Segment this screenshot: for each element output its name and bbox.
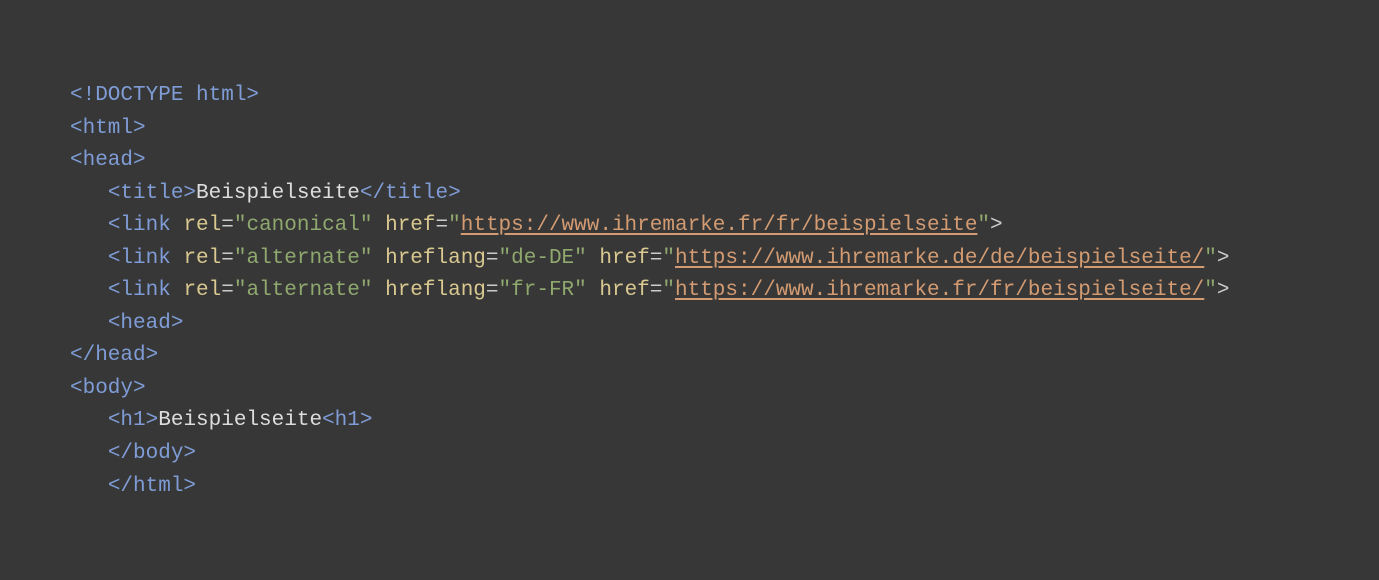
eq3: =: [221, 247, 234, 270]
head-inner-tag: <head>: [108, 312, 184, 335]
html-close-tag: </html>: [108, 475, 196, 498]
head-close-tag: </head>: [70, 344, 158, 367]
link2-open: <link: [108, 247, 171, 270]
title-text: Beispielseite: [196, 182, 360, 205]
q4: ": [1204, 247, 1217, 270]
link1-open: <link: [108, 214, 171, 237]
hreflang-attr-2: hreflang: [385, 279, 486, 302]
q5: ": [662, 279, 675, 302]
link1-url: https://www.ihremarke.fr/fr/beispielseit…: [461, 214, 978, 237]
alternate-val-1: "alternate": [234, 247, 373, 270]
doctype-tag: <!DOCTYPE html>: [70, 84, 259, 107]
q2: ": [977, 214, 990, 237]
alternate-val-2: "alternate": [234, 279, 373, 302]
head-open-tag: <head>: [70, 149, 146, 172]
gt1: >: [990, 214, 1003, 237]
h1-open-tag: <h1>: [108, 409, 158, 432]
gt3: >: [1217, 279, 1230, 302]
rel-attr: rel: [183, 214, 221, 237]
link2-url: https://www.ihremarke.de/de/beispielseit…: [675, 247, 1204, 270]
code-block: <!DOCTYPE html> <html> <head> <title>Bei…: [0, 0, 1379, 543]
h1-close-tag: <h1>: [322, 409, 372, 432]
rel-attr-3: rel: [183, 279, 221, 302]
href-attr-1: href: [385, 214, 435, 237]
hreflang-attr-1: hreflang: [385, 247, 486, 270]
link3-url: https://www.ihremarke.fr/fr/beispielseit…: [675, 279, 1204, 302]
eq4: =: [486, 247, 499, 270]
eq2: =: [436, 214, 449, 237]
href-attr-3: href: [599, 279, 649, 302]
hreflang-fr: "fr-FR": [499, 279, 587, 302]
canonical-val: "canonical": [234, 214, 373, 237]
hreflang-de: "de-DE": [499, 247, 587, 270]
link3-open: <link: [108, 279, 171, 302]
q1: ": [448, 214, 461, 237]
html-open-tag: <html>: [70, 117, 146, 140]
gt2: >: [1217, 247, 1230, 270]
body-close-tag: </body>: [108, 442, 196, 465]
eq7: =: [486, 279, 499, 302]
q6: ": [1204, 279, 1217, 302]
eq1: =: [221, 214, 234, 237]
body-open-tag: <body>: [70, 377, 146, 400]
eq8: =: [650, 279, 663, 302]
rel-attr-2: rel: [183, 247, 221, 270]
href-attr-2: href: [599, 247, 649, 270]
q3: ": [662, 247, 675, 270]
h1-text: Beispielseite: [158, 409, 322, 432]
title-close-tag: </title>: [360, 182, 461, 205]
eq5: =: [650, 247, 663, 270]
title-open-tag: <title>: [108, 182, 196, 205]
eq6: =: [221, 279, 234, 302]
